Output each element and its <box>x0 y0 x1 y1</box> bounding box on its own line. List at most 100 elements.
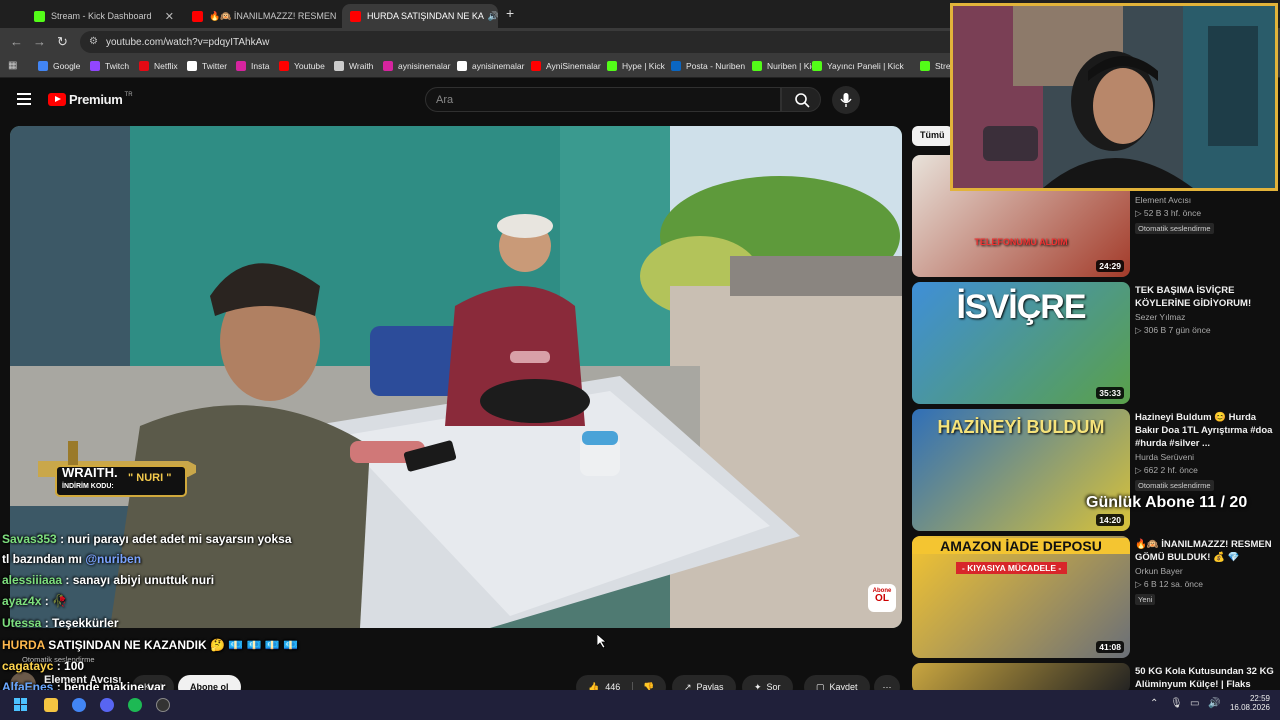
chat-username: Savas353 <box>2 532 57 546</box>
file-explorer-icon[interactable] <box>44 698 58 712</box>
webcam-overlay <box>950 3 1278 191</box>
chrome-icon[interactable] <box>72 698 86 712</box>
bookmark-item[interactable]: Posta - Nuriben <box>671 61 745 71</box>
bookmark-item[interactable]: Nuriben | Kick <box>752 61 820 71</box>
tab-kick-dashboard[interactable]: Stream - Kick Dashboard ✕ <box>26 4 182 28</box>
apps-grid-icon[interactable]: ▦ <box>8 60 17 71</box>
chat-username: ayaz4x <box>2 594 42 608</box>
bookmark-favicon-icon <box>236 61 246 71</box>
youtube-play-icon <box>48 93 66 106</box>
thumbnail-caption: HAZİNEYİ BULDUM <box>937 417 1105 437</box>
bookmark-favicon-icon <box>139 61 149 71</box>
chat-mention: @nuriben <box>85 552 142 566</box>
video-stats: ▷ 662 2 hf. önce <box>1135 465 1198 476</box>
upload-age: 7 gün önce <box>1168 325 1211 335</box>
chevron-up-icon[interactable]: ⌃ <box>1150 698 1158 709</box>
sponsor-code: " NURI " <box>128 472 172 484</box>
bookmark-favicon-icon <box>334 61 344 71</box>
bookmark-item[interactable]: Google <box>38 61 80 71</box>
back-arrow-icon[interactable]: ← <box>10 34 23 49</box>
video-thumbnail[interactable]: İSVİÇRE 35:33 <box>912 282 1130 404</box>
new-tab-button[interactable]: + <box>506 5 514 21</box>
video-title[interactable]: TEK BAŞIMA İSVİÇRE KÖYLERİNE GİDİYORUM! <box>1135 284 1275 310</box>
bookmark-item[interactable]: Hype | Kick <box>607 61 665 71</box>
windows-start-icon[interactable] <box>14 698 28 712</box>
bookmark-item[interactable]: Insta <box>236 61 269 71</box>
display-icon[interactable]: ▭ <box>1190 698 1199 709</box>
forward-arrow-icon[interactable]: → <box>33 34 46 49</box>
address-bar[interactable]: ⚙ youtube.com/watch?v=pdqyITAhkAw <box>80 31 960 53</box>
video-frame <box>10 126 902 628</box>
sponsor-brand: WRAITH. <box>62 465 118 480</box>
youtube-premium-logo[interactable]: Premium TR <box>48 92 133 107</box>
bookmark-item[interactable]: Twitch <box>90 61 129 71</box>
bookmark-item[interactable]: aynisinemalar <box>383 61 450 71</box>
tab-active-video[interactable]: HURDA SATIŞINDAN NE KA 🔊 ✕ <box>342 4 498 28</box>
youtube-favicon-icon <box>350 10 361 22</box>
url-text: youtube.com/watch?v=pdqyITAhkAw <box>106 36 270 48</box>
obs-icon[interactable] <box>156 698 170 712</box>
filter-chip-all[interactable]: Tümü <box>912 126 953 146</box>
video-title[interactable]: 🔥🙉 İNANILMAZZZ! RESMEN GÖMÜ BULDUK! 💰 💎 <box>1135 538 1275 564</box>
site-info-icon[interactable]: ⚙ <box>89 36 98 47</box>
chat-username: alessiiiaaa <box>2 573 63 587</box>
video-title[interactable]: Hazineyi Buldum 😊 Hurda Bakır Doa 1TL Ay… <box>1135 411 1275 450</box>
upload-age: 12 sa. önce <box>1159 579 1203 589</box>
video-channel[interactable]: Orkun Bayer <box>1135 566 1183 576</box>
search-input[interactable]: Ara <box>425 87 781 112</box>
logo-country: TR <box>124 91 133 98</box>
reload-icon[interactable]: ↻ <box>57 34 68 50</box>
video-stats: ▷ 52 B 3 hf. önce <box>1135 208 1201 219</box>
chat-text: tl bazından mı <box>2 552 83 566</box>
bookmark-label: AyniSinemalar <box>546 61 601 71</box>
chat-text: : 🥀 <box>44 594 67 608</box>
chat-text: : nuri parayı adet adet mi sayarsın yoks… <box>60 532 292 546</box>
bookmark-item[interactable]: aynisinemalar <box>457 61 524 71</box>
clock[interactable]: 22:59 16.08.2026 <box>1226 694 1270 712</box>
youtube-favicon-icon <box>192 10 203 22</box>
tab-youtube-video[interactable]: 🔥🙉 İNANILMAZZZ! RESMEN ✕ <box>184 4 340 28</box>
thumbnail-caption: AMAZON İADE DEPOSU <box>912 538 1130 554</box>
bookmark-item[interactable]: Yayıncı Paneli | Kick <box>812 61 904 71</box>
chat-text: SATIŞINDAN NE KAZANDIK 🤔 💶 💶 💶 💶 <box>48 638 299 652</box>
video-thumbnail[interactable]: HAZİNEYİ BULDUM 14:20 <box>912 409 1130 531</box>
subscribe-watermark[interactable]: Abone OL <box>868 584 896 612</box>
volume-icon[interactable]: 🔊 <box>1208 698 1220 709</box>
bookmark-label: aynisinemalar <box>472 61 525 71</box>
thumbnail-subcaption: - KIYASIYA MÜCADELE - <box>956 562 1068 574</box>
video-thumbnail[interactable]: AMAZON İADE DEPOSU - KIYASIYA MÜCADELE - 4… <box>912 536 1130 658</box>
bookmark-item[interactable]: Youtube <box>279 61 325 71</box>
bookmark-item[interactable]: Netflix <box>139 61 178 71</box>
search-button[interactable] <box>781 87 821 112</box>
bookmark-favicon-icon <box>671 61 681 71</box>
thumbnail-caption: İSVİÇRE <box>956 288 1086 326</box>
voice-search-button[interactable] <box>832 86 860 114</box>
video-title[interactable]: 50 KG Kola Kutusundan 32 KG Alüminyum Kü… <box>1135 665 1275 691</box>
spotify-icon[interactable] <box>128 698 142 712</box>
video-duration: 41:08 <box>1096 641 1124 653</box>
video-channel[interactable]: Hurda Serüveni <box>1135 452 1194 462</box>
bookmark-item[interactable]: Twitter <box>187 61 227 71</box>
microphone-tray-icon[interactable]: 🎙 <box>1170 698 1183 709</box>
upload-age: 2 hf. önce <box>1160 465 1198 475</box>
bookmark-item[interactable]: Wraith <box>334 61 373 71</box>
play-count-icon: ▷ <box>1135 579 1144 589</box>
mouse-cursor-icon <box>597 634 607 648</box>
discord-icon[interactable] <box>100 698 114 712</box>
bookmark-item[interactable]: AyniSinemalar <box>531 61 601 71</box>
subscriber-goal-overlay: Günlük Abone 11 / 20 <box>1086 494 1248 511</box>
clock-time: 22:59 <box>1249 694 1270 703</box>
search-icon <box>795 93 810 108</box>
close-tab-icon[interactable]: ✕ <box>336 10 340 23</box>
bookmark-label: Wraith <box>349 61 374 71</box>
video-channel[interactable]: Element Avcısı <box>1135 195 1191 205</box>
view-count: 306 B <box>1143 325 1167 335</box>
speaker-icon[interactable]: 🔊 <box>488 11 498 22</box>
close-tab-icon[interactable]: ✕ <box>159 10 174 23</box>
hamburger-menu-icon[interactable] <box>17 93 31 105</box>
search-placeholder: Ara <box>436 93 454 106</box>
video-channel[interactable]: Sezer Yılmaz <box>1135 312 1185 322</box>
video-thumbnail[interactable] <box>912 663 1130 693</box>
video-badge: Yeni <box>1135 594 1156 605</box>
video-player[interactable]: WRAITH. İNDİRİM KODU: " NURI " Abone OL <box>10 126 902 628</box>
